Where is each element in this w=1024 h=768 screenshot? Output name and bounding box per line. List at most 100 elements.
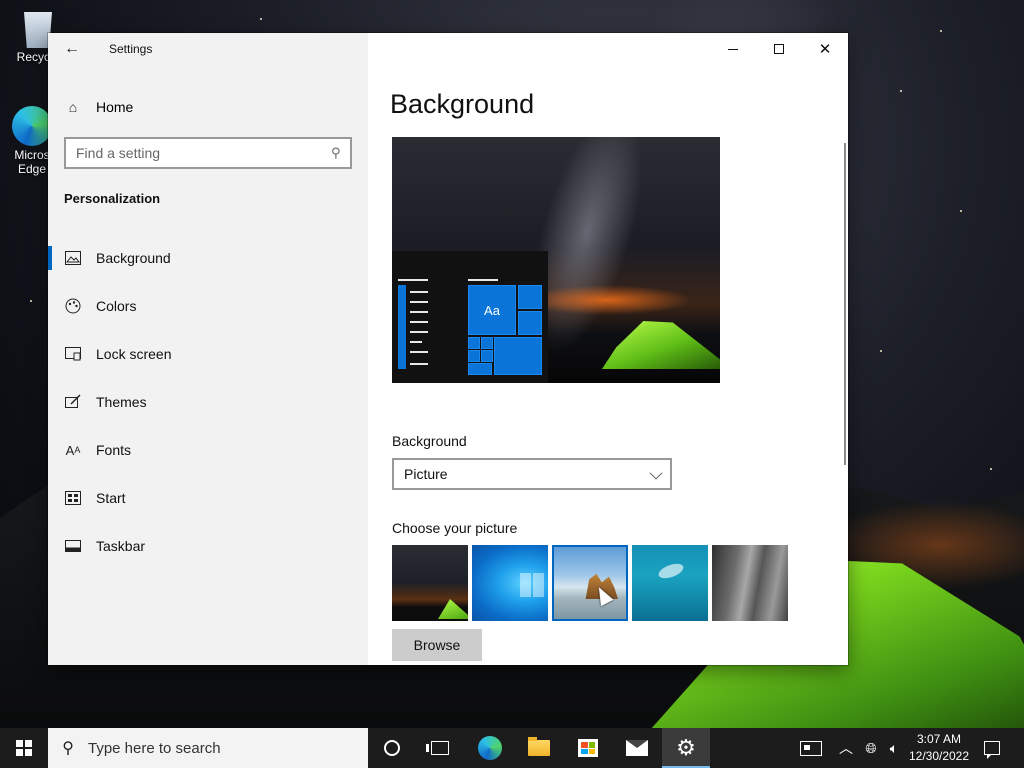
picture-thumbnail-4[interactable] <box>632 545 708 621</box>
store-icon <box>578 739 598 757</box>
preview-tile-aa: Aa <box>468 285 516 335</box>
taskbar-search-box[interactable]: ⚲ Type here to search <box>48 728 368 768</box>
home-icon: ⌂ <box>68 99 78 115</box>
file-explorer-button[interactable] <box>515 728 563 768</box>
task-view-button[interactable] <box>416 728 464 768</box>
find-setting-search: ⚲ <box>64 137 352 169</box>
news-button[interactable] <box>796 728 826 768</box>
chevron-down-icon <box>649 466 663 480</box>
preview-menu-line <box>410 301 428 303</box>
preview-tile <box>468 350 480 362</box>
star <box>900 90 902 92</box>
preview-tile <box>468 337 480 349</box>
preview-tile <box>518 311 542 335</box>
picture-thumbnail-5[interactable] <box>712 545 788 621</box>
sidebar-item-themes[interactable]: Themes <box>48 378 368 426</box>
preview-tile <box>481 350 493 362</box>
back-button[interactable]: ← <box>60 39 84 59</box>
chevron-up-icon: ︿ <box>839 740 853 756</box>
font-icon: AA <box>65 442 81 458</box>
preview-tile-header <box>468 279 498 281</box>
star <box>960 210 962 212</box>
search-icon[interactable]: ⚲ <box>328 145 344 161</box>
sidebar-item-lock-screen[interactable]: Lock screen <box>48 330 368 378</box>
scrollbar[interactable] <box>844 143 846 465</box>
sidebar-item-label: Themes <box>96 394 147 410</box>
preview-tile <box>468 363 492 375</box>
preview-menu-line <box>410 311 428 313</box>
choose-picture-label: Choose your picture <box>392 520 518 536</box>
sidebar-item-label: Colors <box>96 298 137 314</box>
mail-button[interactable] <box>613 728 661 768</box>
settings-taskbar-button[interactable]: ⚙ <box>662 728 710 768</box>
sidebar-item-label: Taskbar <box>96 538 146 554</box>
home-label: Home <box>96 99 134 115</box>
sidebar-item-home[interactable]: ⌂ Home <box>48 91 368 123</box>
taskbar-icon <box>65 538 81 554</box>
preview-menu-line <box>410 351 428 353</box>
edge-taskbar-button[interactable] <box>466 728 514 768</box>
sidebar-item-start[interactable]: Start <box>48 474 368 522</box>
start-button[interactable] <box>0 728 48 768</box>
picture-thumbnails <box>392 545 788 621</box>
picture-thumbnail-2[interactable] <box>472 545 548 621</box>
background-label: Background <box>392 433 467 449</box>
sidebar-item-label: Background <box>96 250 171 266</box>
star <box>880 350 882 352</box>
preview-start-rail <box>398 285 406 369</box>
action-center-button[interactable] <box>980 728 1004 768</box>
file-explorer-icon <box>528 737 550 756</box>
sidebar-item-label: Fonts <box>96 442 132 458</box>
star <box>940 30 942 32</box>
page-title: Background <box>390 89 535 119</box>
preview-tile <box>481 337 493 349</box>
sidebar-item-background[interactable]: Background <box>48 234 368 282</box>
picture-icon <box>65 250 81 266</box>
mail-icon <box>626 740 648 756</box>
search-icon: ⚲ <box>62 740 74 757</box>
clock-date: 12/30/2022 <box>908 749 970 763</box>
picture-thumbnail-1[interactable] <box>392 545 468 621</box>
search-input[interactable] <box>66 139 316 167</box>
window-title: Settings <box>109 42 153 56</box>
preview-menu-line <box>410 331 428 333</box>
cortana-button[interactable] <box>368 728 416 768</box>
globe-icon: 🌐︎ <box>865 739 877 756</box>
task-view-icon <box>426 741 449 755</box>
settings-icon: ⚙ <box>676 735 696 760</box>
network-button[interactable]: 🌐︎ <box>860 728 882 768</box>
start-icon <box>65 490 81 506</box>
background-preview: Aa <box>392 137 720 383</box>
show-hidden-icons-button[interactable]: ︿ <box>836 728 856 768</box>
preview-tile <box>518 285 542 309</box>
preview-tile <box>494 337 542 375</box>
sidebar: ⌂ Home ⚲ Personalization Background Colo… <box>48 33 368 665</box>
dropdown-value: Picture <box>404 466 448 482</box>
notification-icon <box>984 741 1000 759</box>
background-type-dropdown[interactable]: Picture <box>392 458 672 490</box>
picture-thumbnail-3[interactable] <box>552 545 628 621</box>
browse-button[interactable]: Browse <box>392 629 482 661</box>
sidebar-item-taskbar[interactable]: Taskbar <box>48 522 368 570</box>
back-arrow-icon: ← <box>64 40 80 57</box>
sidebar-item-colors[interactable]: Colors <box>48 282 368 330</box>
palette-icon <box>65 298 81 314</box>
clock-time: 3:07 AM <box>916 732 962 746</box>
clock[interactable]: 3:07 AM 12/30/2022 <box>904 731 974 765</box>
lock-screen-icon <box>65 346 81 362</box>
volume-muted-icon: 🔈︎ <box>889 739 899 756</box>
volume-button[interactable]: 🔈︎ <box>884 728 904 768</box>
taskbar: ⚲ Type here to search ⚙ ︿ 🌐︎ 🔈︎ 3:07 AM … <box>0 728 1024 768</box>
settings-window: ⌂ Home ⚲ Personalization Background Colo… <box>48 33 848 665</box>
preview-menu-line <box>410 291 428 293</box>
sidebar-item-fonts[interactable]: AA Fonts <box>48 426 368 474</box>
store-button[interactable] <box>564 728 612 768</box>
taskbar-search-placeholder: Type here to search <box>88 739 221 757</box>
sidebar-item-label: Start <box>96 490 126 506</box>
star <box>260 18 262 20</box>
cortana-icon <box>384 740 400 756</box>
news-icon <box>800 740 822 756</box>
preview-start-menu: Aa <box>392 251 548 383</box>
edge-icon <box>478 736 502 760</box>
preview-menu-line <box>398 279 428 281</box>
